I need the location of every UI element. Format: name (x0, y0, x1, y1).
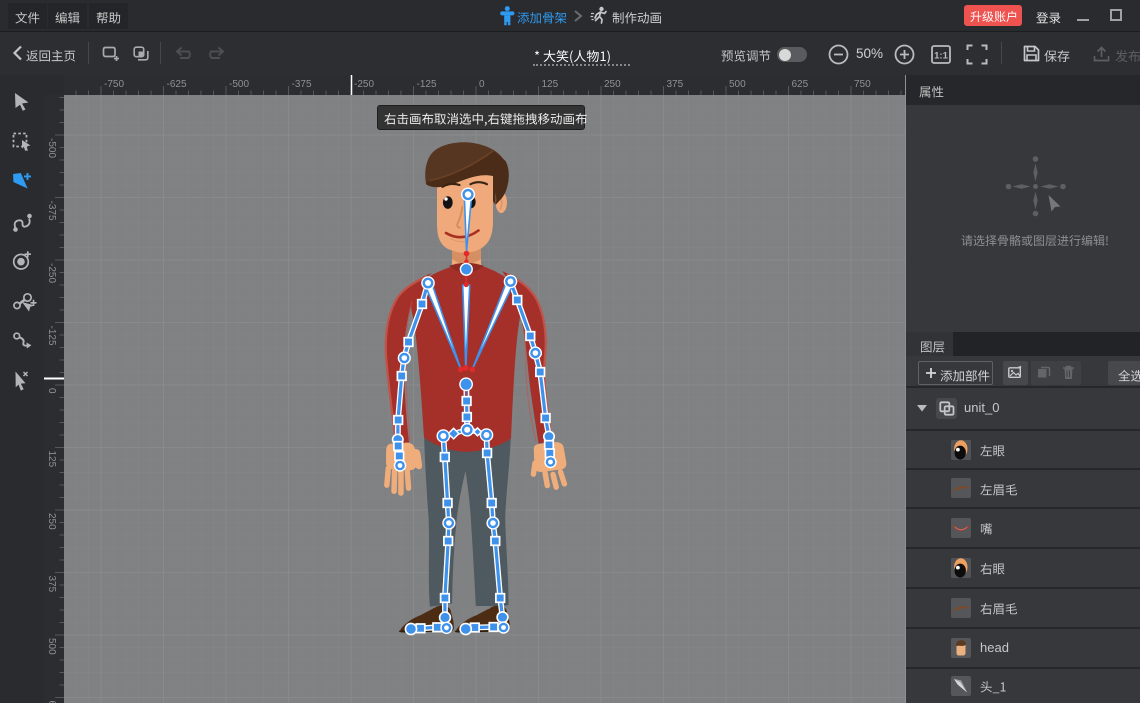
svg-text:750: 750 (854, 79, 871, 90)
svg-text:-375: -375 (292, 79, 312, 90)
svg-text:375: 375 (667, 79, 684, 90)
svg-text:-500: -500 (229, 79, 249, 90)
svg-text:-375: -375 (46, 201, 57, 221)
svg-text:625: 625 (792, 79, 809, 90)
svg-text:125: 125 (542, 79, 559, 90)
svg-text:0: 0 (46, 388, 57, 394)
svg-text:-250: -250 (354, 79, 374, 90)
svg-text:0: 0 (479, 79, 485, 90)
svg-text:-500: -500 (46, 138, 57, 158)
svg-text:125: 125 (46, 451, 57, 468)
svg-text:-750: -750 (104, 79, 124, 90)
svg-text:-250: -250 (46, 263, 57, 283)
svg-text:-625: -625 (167, 79, 187, 90)
svg-text:1:1: 1:1 (934, 51, 948, 62)
svg-text:-125: -125 (417, 79, 437, 90)
svg-text:375: 375 (46, 576, 57, 593)
svg-text:250: 250 (46, 513, 57, 530)
svg-text:-125: -125 (46, 326, 57, 346)
svg-text:500: 500 (46, 638, 57, 655)
svg-text:250: 250 (604, 79, 621, 90)
svg-text:500: 500 (729, 79, 746, 90)
